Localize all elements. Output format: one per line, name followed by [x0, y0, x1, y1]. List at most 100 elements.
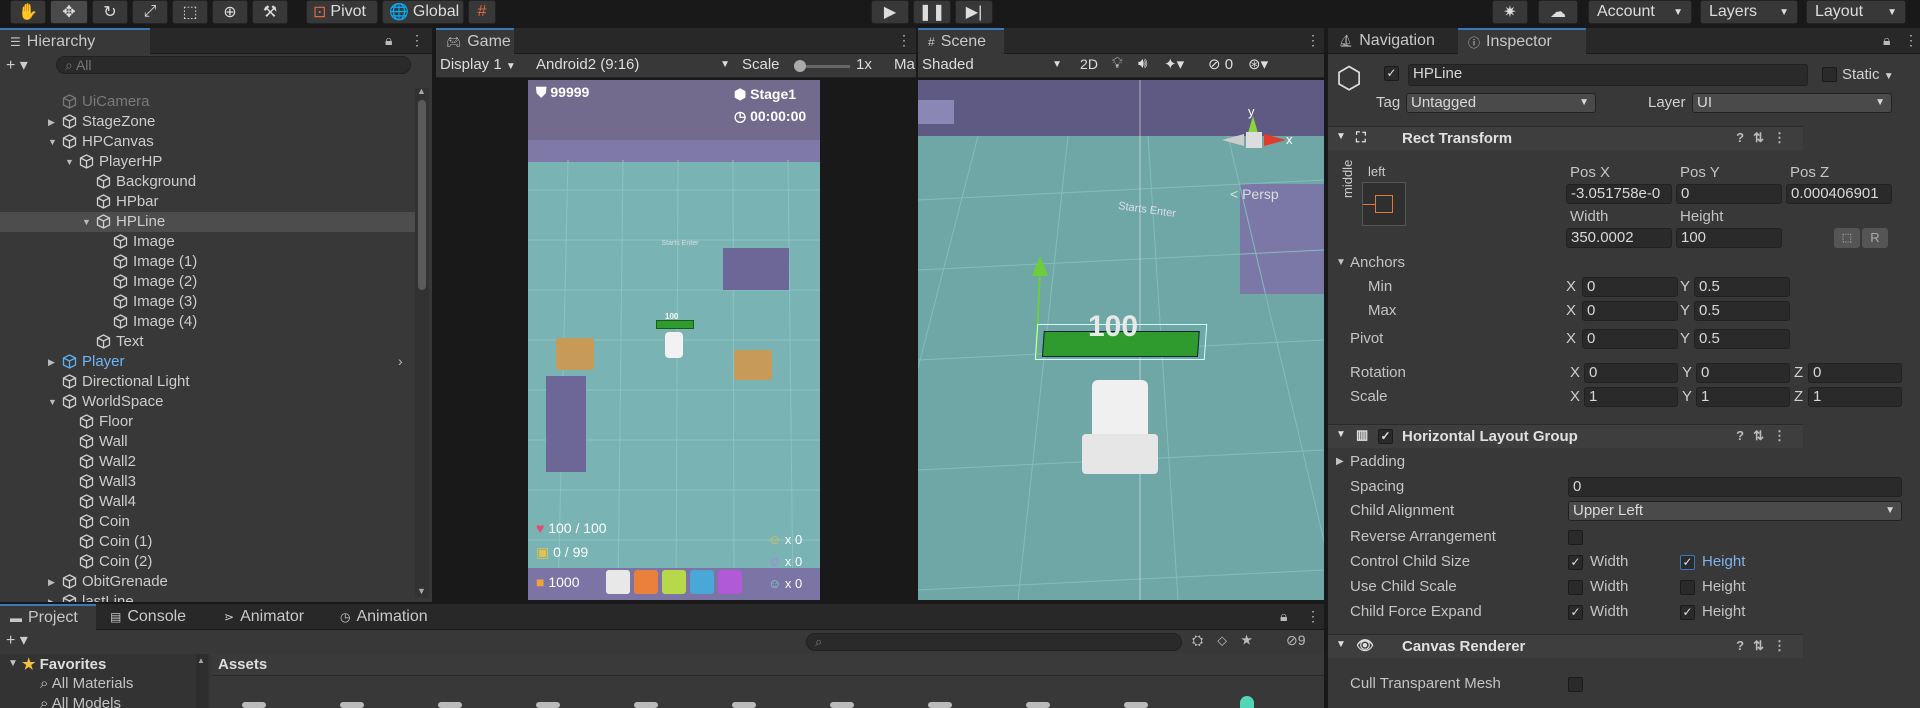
anchor-min-y-field[interactable]: 0.5 — [1694, 277, 1790, 297]
fav-all-models[interactable]: ⌕ All Models — [40, 695, 121, 708]
step-button[interactable]: ▶| — [955, 0, 993, 24]
rotation-y-field[interactable]: 0 — [1696, 363, 1790, 383]
tab-inspector[interactable]: ⓘ Inspector — [1458, 28, 1586, 54]
layer-dropdown[interactable]: UI ▼ — [1692, 93, 1892, 113]
lock-icon[interactable]: 🔒︎ — [1883, 32, 1891, 49]
height-field[interactable]: 100 — [1676, 228, 1782, 248]
scene-viewport[interactable]: Starts Enter 100 y x < Persp — [918, 80, 1324, 600]
control-width-checkbox[interactable]: ✓ — [1568, 555, 1583, 570]
display-dropdown[interactable]: Display 1 ▼ — [440, 56, 532, 76]
scale-slider[interactable] — [794, 60, 850, 72]
hierarchy-item[interactable]: Coin (2) — [0, 552, 415, 572]
hierarchy-item[interactable]: Wall3 — [0, 472, 415, 492]
rotation-z-field[interactable]: 0 — [1808, 363, 1902, 383]
scale-y-field[interactable]: 1 — [1696, 387, 1790, 407]
maximize-toggle[interactable]: Ma — [894, 56, 915, 73]
asset-item[interactable] — [634, 702, 658, 708]
create-button[interactable]: + ▾ — [6, 55, 46, 75]
tab-project[interactable]: ▬ Project — [0, 604, 96, 630]
tag-dropdown[interactable]: Untagged ▼ — [1406, 93, 1596, 113]
favorites-expand-icon[interactable]: ▼ — [8, 658, 18, 669]
resolution-dropdown[interactable]: Android2 (9:16) ▼ — [536, 56, 734, 76]
prefab-open-icon[interactable]: › — [398, 353, 403, 369]
hierarchy-item[interactable]: Wall — [0, 432, 415, 452]
hierarchy-scroll-thumb[interactable] — [418, 100, 426, 290]
gizmos-icon[interactable]: ⊛▾ — [1248, 55, 1268, 73]
posx-field[interactable]: -3.051758e-0 — [1566, 184, 1672, 204]
width-field[interactable]: 350.0002 — [1566, 228, 1672, 248]
play-button[interactable]: ▶ — [871, 0, 909, 24]
hierarchy-scrollbar[interactable]: ▲ ▼ — [415, 86, 429, 598]
lock-icon[interactable]: 🔒︎ — [1280, 608, 1288, 625]
asset-item[interactable] — [1124, 702, 1148, 708]
expand-right-icon[interactable]: ▶ — [48, 597, 55, 602]
rect-transform-header[interactable]: ▼ ⛶ Rect Transform ?⇅⋮ — [1328, 126, 1803, 150]
persp-label[interactable]: < Persp — [1230, 186, 1279, 202]
expand-right-icon[interactable]: ▶ — [48, 357, 55, 368]
weapon-slot-2[interactable] — [634, 570, 658, 594]
effects-icon[interactable]: ✦▾ — [1164, 55, 1184, 73]
hierarchy-item[interactable]: HPbar — [0, 192, 415, 212]
layers-dropdown[interactable]: Layers ▼ — [1700, 0, 1798, 24]
canvas-renderer-header[interactable]: ▼ 👁︎ Canvas Renderer ?⇅⋮ — [1328, 634, 1803, 658]
collapse-icon[interactable]: ▼ — [1336, 131, 1346, 142]
tab-console[interactable]: ▤ Console — [100, 604, 196, 630]
collapse-icon[interactable]: ▼ — [1336, 639, 1346, 650]
weapon-slot-3[interactable] — [662, 570, 686, 594]
cull-transparent-checkbox[interactable] — [1568, 677, 1583, 692]
scale-z-field[interactable]: 1 — [1808, 387, 1902, 407]
mode-2d-toggle[interactable]: 2D — [1072, 56, 1106, 76]
hierarchy-item[interactable]: ▼ PlayerHP — [0, 152, 415, 172]
panel-menu-icon[interactable]: ⋮ — [1306, 608, 1321, 625]
project-hidden-toggle[interactable]: ⊘9 — [1286, 632, 1306, 649]
asset-item[interactable] — [732, 702, 756, 708]
rotation-x-field[interactable]: 0 — [1584, 363, 1678, 383]
anchors-expand-icon[interactable]: ▼ — [1336, 257, 1346, 268]
control-height-checkbox[interactable]: ✓ — [1680, 555, 1695, 570]
hierarchy-item[interactable]: ▶ Player › — [0, 352, 415, 372]
scale-tool-button[interactable]: ⤢ — [132, 0, 168, 24]
scene-gizmo[interactable]: y x — [1216, 104, 1293, 170]
asset-item[interactable] — [1026, 702, 1050, 708]
hand-tool-button[interactable]: ✋ — [10, 0, 46, 24]
project-create-button[interactable]: + ▾ — [6, 630, 28, 650]
hierarchy-item[interactable]: Text — [0, 332, 415, 352]
panel-menu-icon[interactable]: ⋮ — [897, 32, 912, 49]
rect-tool-button[interactable]: ⬚ — [172, 0, 208, 24]
posy-field[interactable]: 0 — [1676, 184, 1782, 204]
shading-dropdown[interactable]: Shaded ▼ — [922, 56, 1066, 76]
scale-width-checkbox[interactable] — [1568, 580, 1583, 595]
custom-tool-button[interactable]: ⚒ — [252, 0, 288, 24]
tab-animation[interactable]: ◷ Animation — [330, 604, 450, 630]
component-icons[interactable]: ?⇅⋮ — [1736, 130, 1795, 146]
asset-item[interactable] — [438, 702, 462, 708]
expand-down-icon[interactable]: ▼ — [82, 217, 91, 227]
hierarchy-item[interactable]: Image — [0, 232, 415, 252]
blueprint-mode-button[interactable]: ⬚ — [1834, 228, 1860, 248]
hierarchy-item[interactable]: ▼ WorldSpace — [0, 392, 415, 412]
hierarchy-item[interactable]: UiCamera — [0, 92, 415, 112]
expand-down-icon[interactable]: ▼ — [48, 137, 57, 147]
anchor-min-x-field[interactable]: 0 — [1582, 277, 1678, 297]
gizmo-center[interactable] — [1246, 132, 1262, 148]
anchor-max-x-field[interactable]: 0 — [1582, 301, 1678, 321]
hierarchy-item[interactable]: Coin (1) — [0, 532, 415, 552]
child-alignment-dropdown[interactable]: Upper Left ▼ — [1568, 501, 1902, 521]
pivot-y-field[interactable]: 0.5 — [1694, 329, 1790, 349]
favorites-item[interactable]: ★ Favorites — [22, 655, 106, 673]
hidden-objects-toggle[interactable]: ⊘ 0 — [1208, 55, 1233, 73]
padding-expand-icon[interactable]: ▶ — [1336, 456, 1344, 467]
hierarchy-item[interactable]: ▼ HPLine — [0, 212, 415, 232]
scale-height-checkbox[interactable] — [1680, 580, 1695, 595]
tab-scene[interactable]: # Scene — [918, 28, 1004, 54]
tab-game[interactable]: 🎮︎ Game — [436, 28, 514, 54]
hlg-enabled-checkbox[interactable]: ✓ — [1378, 429, 1393, 444]
fav-all-materials[interactable]: ⌕ All Materials — [40, 675, 133, 692]
pause-button[interactable]: ❚❚ — [913, 0, 951, 24]
static-checkbox[interactable] — [1822, 67, 1837, 82]
posz-field[interactable]: 0.000406901 — [1786, 184, 1892, 204]
account-dropdown[interactable]: Account ▼ — [1588, 0, 1692, 24]
expand-width-checkbox[interactable]: ✓ — [1568, 605, 1583, 620]
gizmo-neg-x-cone[interactable] — [1222, 134, 1244, 146]
static-dropdown[interactable]: Static ▼ — [1842, 66, 1894, 83]
